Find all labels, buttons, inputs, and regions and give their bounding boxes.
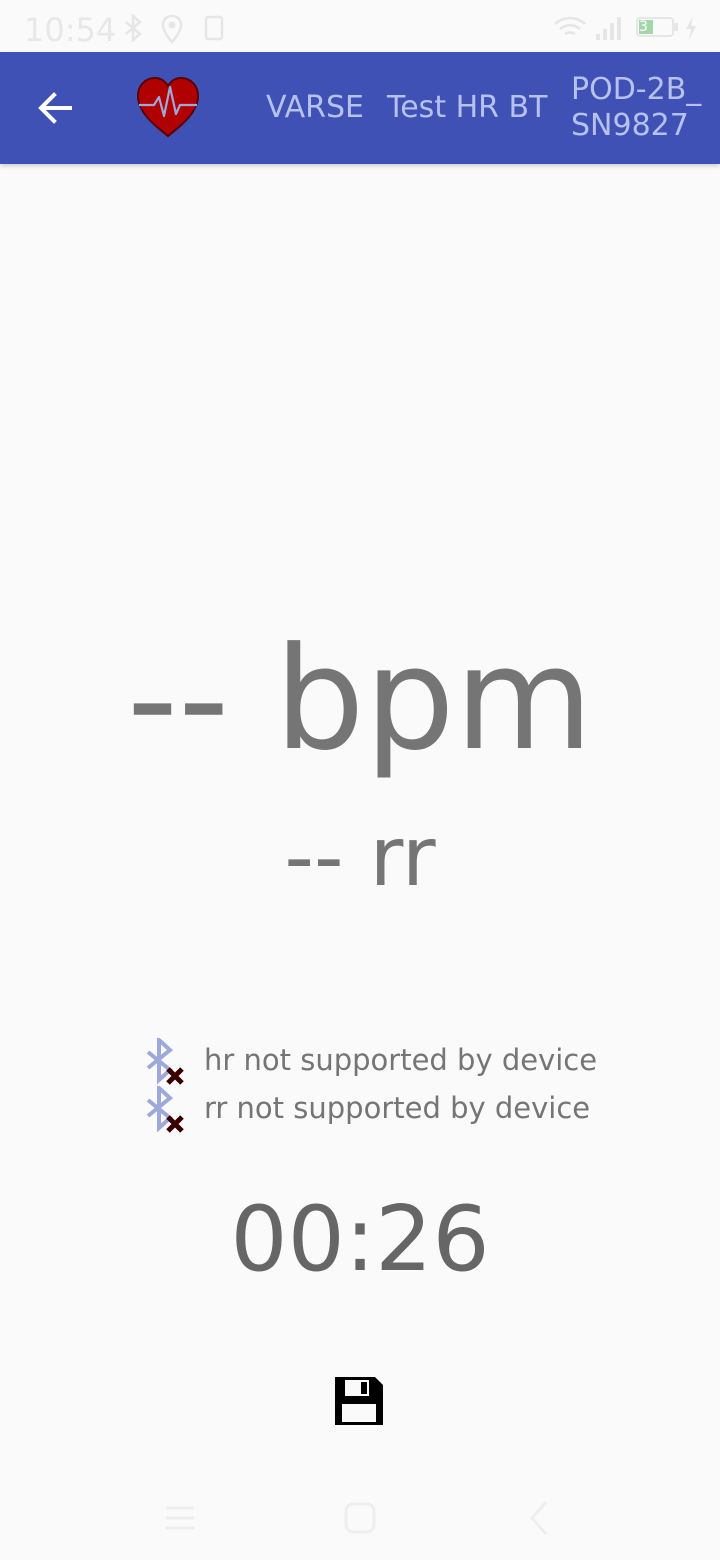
battery-status-icon: 3 — [636, 16, 680, 38]
bluetooth-disabled-icon — [146, 1038, 184, 1085]
location-status-icon — [161, 14, 183, 44]
rr-support-text: rr not supported by device — [204, 1091, 591, 1125]
hr-support-status: hr not supported by device — [142, 1038, 622, 1086]
signal-status-icon — [596, 17, 621, 40]
arrow-back-icon[interactable] — [34, 86, 78, 130]
elapsed-timer: 00:26 — [230, 1187, 490, 1292]
sim-status-icon — [204, 15, 224, 41]
device-name: POD-2B_ SN9827 — [571, 72, 702, 143]
rr-interval-value: -- rr — [284, 810, 436, 905]
wifi-status-icon — [554, 16, 586, 36]
screen-title: Test HR BT — [387, 90, 548, 125]
heart-pulse-icon — [136, 76, 200, 138]
battery-level: 3 — [639, 19, 648, 35]
app-bar: VARSE Test HR BT POD-2B_ SN9827 — [0, 52, 720, 164]
status-bar: 10:54 3 — [0, 0, 720, 52]
status-time: 10:54 — [24, 11, 117, 49]
menu-icon[interactable] — [158, 1496, 202, 1540]
navigation-bar — [0, 1474, 720, 1560]
app-name: VARSE — [266, 90, 364, 125]
bluetooth-disabled-icon — [146, 1086, 184, 1133]
charging-status-icon — [686, 16, 696, 40]
home-icon[interactable] — [338, 1496, 382, 1540]
hr-support-text: hr not supported by device — [204, 1043, 598, 1077]
bluetooth-status-icon — [125, 14, 142, 42]
heart-rate-value: -- bpm — [126, 617, 594, 782]
rr-support-status: rr not supported by device — [142, 1086, 622, 1134]
back-icon[interactable] — [518, 1496, 562, 1540]
save-icon[interactable] — [334, 1376, 384, 1426]
